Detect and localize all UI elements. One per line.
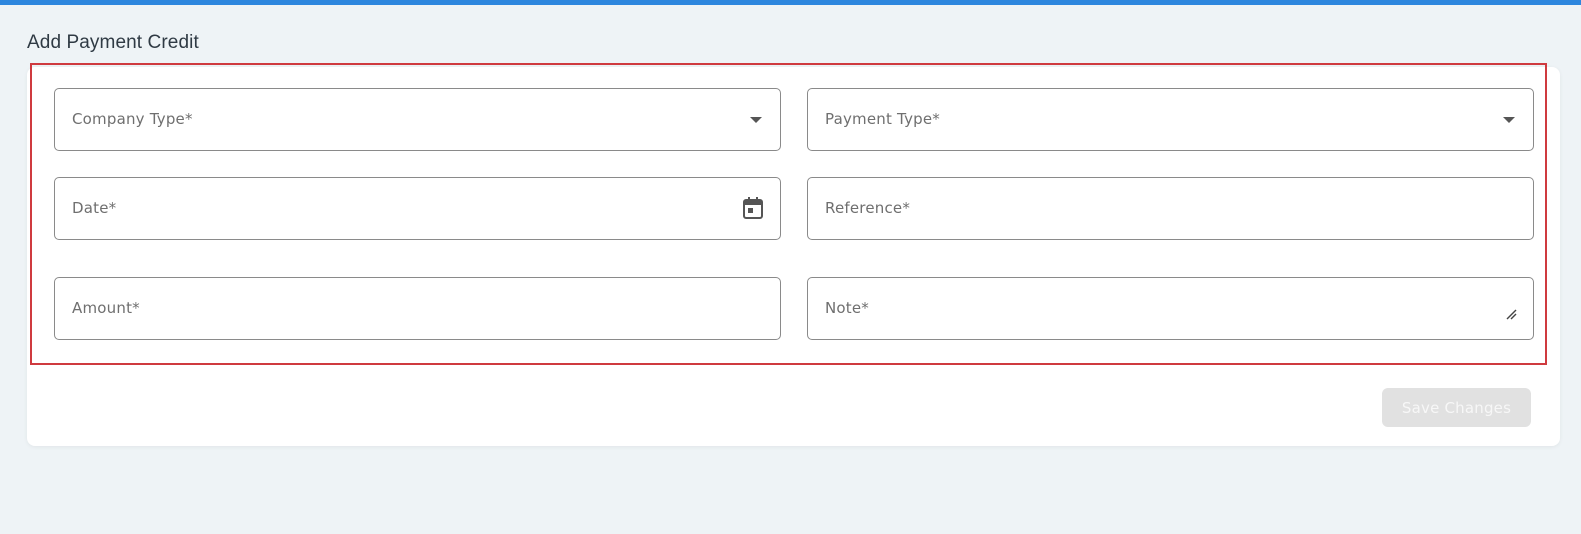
page-title: Add Payment Credit [27,32,199,53]
payment-type-label: Payment Type* [825,110,940,128]
note-label: Note* [825,299,870,317]
amount-field[interactable]: Amount* [54,277,781,340]
date-label: Date* [72,199,117,217]
chevron-down-icon [1503,117,1515,123]
chevron-down-icon [750,117,762,123]
payment-type-select[interactable]: Payment Type* [807,88,1534,151]
company-type-select[interactable]: Company Type* [54,88,781,151]
company-type-label: Company Type* [72,110,193,128]
date-field[interactable]: Date* [54,177,781,240]
resize-handle-icon[interactable] [1505,305,1517,320]
calendar-icon[interactable] [742,196,764,220]
reference-field[interactable]: Reference* [807,177,1534,240]
top-accent-bar [0,0,1581,5]
save-changes-button[interactable]: Save Changes [1382,388,1531,427]
note-field[interactable]: Note* [807,277,1534,340]
reference-label: Reference* [825,199,911,217]
amount-label: Amount* [72,299,140,317]
